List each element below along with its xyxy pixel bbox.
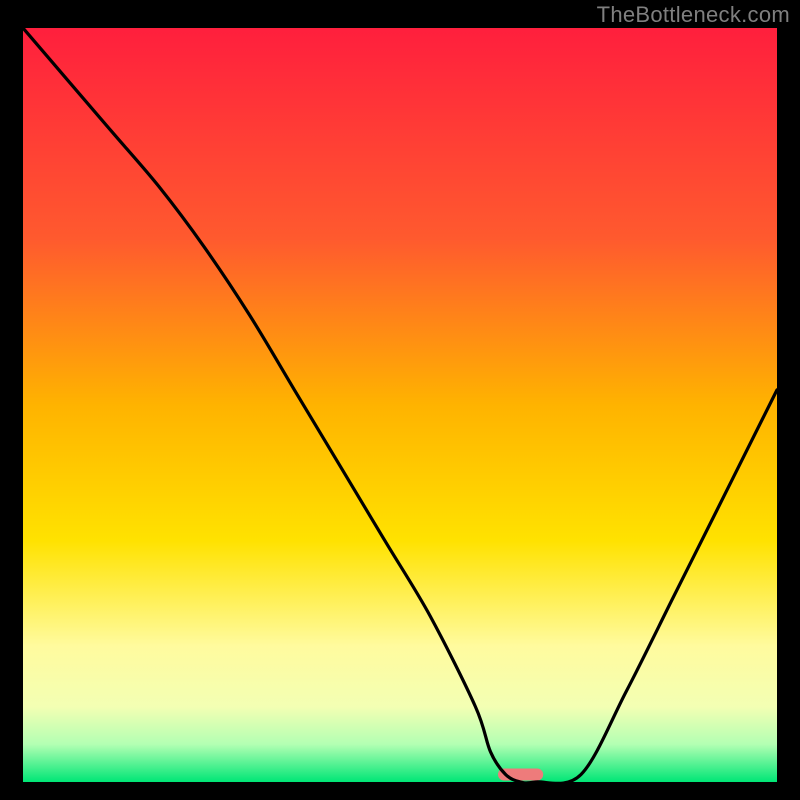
watermark-label: TheBottleneck.com: [597, 2, 790, 28]
chart-frame: TheBottleneck.com: [0, 0, 800, 800]
plot-area: [23, 28, 777, 782]
chart-svg: [23, 28, 777, 782]
gradient-background: [23, 28, 777, 782]
